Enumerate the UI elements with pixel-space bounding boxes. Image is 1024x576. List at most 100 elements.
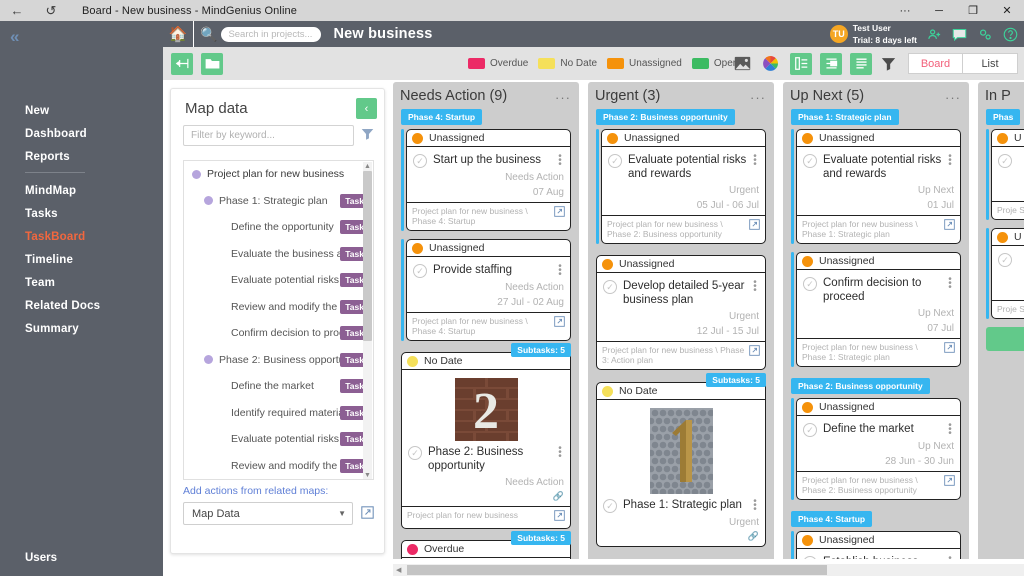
map-data-collapse-button[interactable]: ‹ (356, 98, 377, 119)
tree-item[interactable]: Review and modify the str... Task (184, 294, 373, 321)
tree-item[interactable]: Confirm decision to proceed Task (184, 320, 373, 347)
filter-icon[interactable] (361, 128, 374, 143)
task-card[interactable]: Unassigned ✓ Establish business structur… (796, 531, 961, 559)
card-menu-button[interactable]: ••• (556, 152, 564, 170)
sidebar-item-reports[interactable]: Reports (0, 145, 163, 168)
list-layout-icon[interactable] (850, 52, 872, 75)
window-maximize-button[interactable]: ❐ (956, 0, 990, 21)
task-card[interactable]: Unassigned ✓ Develop detailed 5-year bus… (596, 255, 766, 370)
open-external-icon[interactable] (749, 345, 760, 359)
complete-checkbox-icon[interactable]: ✓ (408, 446, 422, 460)
avatar[interactable]: TU (829, 25, 848, 43)
task-card[interactable]: Unassigned ✓ Evaluate potential risks an… (601, 129, 766, 244)
sidebar-item-team[interactable]: Team (0, 271, 163, 294)
card-menu-button[interactable]: ••• (751, 497, 759, 515)
task-card[interactable]: Unassigned ✓ Provide staffing • • • Needs … (406, 239, 571, 341)
card-menu-button[interactable]: ••• (946, 152, 954, 170)
refresh-icon[interactable]: ↺ (34, 0, 68, 21)
sidebar-item-summary[interactable]: Summary (0, 317, 163, 340)
open-external-icon[interactable] (944, 219, 955, 233)
task-card-container[interactable]: Subtasks: 5 No Date (401, 343, 571, 529)
sidebar-item-related-docs[interactable]: Related Docs (0, 294, 163, 317)
chevron-down-icon[interactable]: ▼ (338, 509, 346, 518)
task-card-container[interactable]: Unassigned ✓ Develop detailed 5-year bus… (596, 255, 766, 370)
sidebar-item-tasks[interactable]: Tasks (0, 202, 163, 225)
window-minimize-button[interactable]: ─ (922, 0, 956, 21)
tree-item[interactable]: Identify required materials ... Task (184, 400, 373, 427)
card-menu-button[interactable]: ••• (556, 262, 564, 280)
phase-chip[interactable]: Phase 4: Startup (791, 511, 873, 527)
keyword-filter-input[interactable]: Filter by keyword... (183, 125, 354, 146)
color-wheel-icon[interactable] (758, 52, 782, 76)
window-more-button[interactable]: ··· (888, 0, 922, 21)
task-card[interactable]: Unassigned ✓ Evaluate potential risks an… (796, 129, 961, 244)
image-icon[interactable] (730, 52, 754, 76)
card-menu-button[interactable]: ••• (946, 275, 954, 293)
add-user-icon[interactable] (927, 27, 942, 42)
card-menu-button[interactable]: ••• (751, 278, 759, 296)
phase-chip[interactable]: Phase 4: Startup (401, 109, 483, 125)
task-card-container[interactable]: Unassigned ✓ Start up the business • • • N… (401, 129, 571, 231)
task-card[interactable]: Unassigned ✓ Define the market • • • Up Ne… (796, 398, 961, 500)
task-card-container[interactable]: U ✓ Proje Strat (986, 129, 1024, 220)
card-layout-icon[interactable] (790, 52, 812, 75)
task-card-container[interactable]: Unassigned ✓ Establish business structur… (791, 531, 961, 559)
search-icon[interactable]: 🔍 (200, 26, 217, 43)
open-status-card[interactable] (986, 327, 1024, 351)
tree-item[interactable]: Phase 1: Strategic plan Task (184, 188, 373, 215)
task-card-container[interactable]: Unassigned ✓ Confirm decision to proceed… (791, 252, 961, 367)
task-card-container[interactable]: Unassigned ✓ Provide staffing • • • Needs … (401, 239, 571, 341)
open-external-icon[interactable] (554, 206, 565, 220)
task-card-container[interactable]: Subtasks: 5 Overdue (401, 531, 571, 559)
settings-icon[interactable] (977, 27, 993, 42)
card-menu-button[interactable]: ••• (751, 152, 759, 170)
task-card[interactable]: No Date (596, 382, 766, 547)
complete-checkbox-icon[interactable]: ✓ (413, 154, 427, 168)
complete-checkbox-icon[interactable]: ✓ (803, 277, 817, 291)
search-input[interactable]: Search in projects... (221, 26, 322, 42)
phase-chip[interactable]: Phase 2: Business opportunity (596, 109, 735, 125)
tree-item[interactable]: Phase 2: Business opportuni... Task (184, 347, 373, 374)
complete-checkbox-icon[interactable]: ✓ (413, 264, 427, 278)
tree-item[interactable]: Evaluate potential risks an... Task (184, 267, 373, 294)
task-card-container[interactable]: Unassigned ✓ Define the market • • • Up Ne… (791, 398, 961, 500)
complete-checkbox-icon[interactable]: ✓ (803, 556, 817, 559)
task-card[interactable]: Unassigned ✓ Confirm decision to proceed… (796, 252, 961, 367)
tab-board[interactable]: Board (908, 53, 963, 74)
tree-item[interactable]: Confirm decision to proceed Task (184, 479, 373, 480)
task-card-container[interactable]: Unassigned ✓ Evaluate potential risks an… (791, 129, 961, 244)
tab-list[interactable]: List (963, 53, 1018, 74)
column-menu-button[interactable]: ··· (555, 88, 571, 104)
scroll-up-arrow-icon[interactable]: ▲ (364, 163, 371, 170)
scroll-left-arrow-icon[interactable]: ◀ (396, 566, 401, 574)
open-external-icon[interactable] (361, 505, 374, 522)
open-external-icon[interactable] (554, 510, 565, 524)
help-icon[interactable] (1003, 27, 1018, 42)
tree-item[interactable]: Project plan for new business (184, 161, 373, 188)
complete-checkbox-icon[interactable]: ✓ (998, 253, 1012, 267)
complete-checkbox-icon[interactable]: ✓ (608, 154, 622, 168)
phase-chip[interactable]: Phase 2: Business opportunity (791, 378, 930, 394)
scroll-down-arrow-icon[interactable]: ▼ (364, 472, 371, 479)
tree-item[interactable]: Review and modify the bus... Task (184, 453, 373, 480)
folder-icon[interactable] (201, 52, 223, 75)
task-card-container[interactable]: Unassigned ✓ Evaluate potential risks an… (596, 129, 766, 244)
open-external-icon[interactable] (944, 342, 955, 356)
card-menu-button[interactable]: ••• (946, 421, 954, 439)
add-related-maps-label[interactable]: Add actions from related maps: (183, 485, 328, 497)
open-external-icon[interactable] (554, 316, 565, 330)
board-horizontal-scrollbar[interactable]: ◀ (393, 564, 1024, 576)
sidebar-item-dashboard[interactable]: Dashboard (0, 122, 163, 145)
task-card[interactable]: Unassigned ✓ Start up the business • • • N… (406, 129, 571, 231)
window-close-button[interactable]: ✕ (990, 0, 1024, 21)
tree-scrollbar[interactable]: ▲ ▼ (363, 162, 372, 479)
complete-checkbox-icon[interactable]: ✓ (603, 499, 617, 513)
open-external-icon[interactable] (749, 219, 760, 233)
phase-chip[interactable]: Phase 1: Strategic plan (791, 109, 899, 125)
complete-checkbox-icon[interactable]: ✓ (603, 280, 617, 294)
sidebar-collapse-button[interactable]: « (0, 21, 163, 47)
task-card[interactable]: U ✓ Proje Strat (991, 228, 1024, 319)
open-external-icon[interactable] (944, 475, 955, 489)
sidebar-item-taskboard[interactable]: TaskBoard (0, 225, 163, 248)
card-menu-button[interactable]: ••• (556, 444, 564, 462)
